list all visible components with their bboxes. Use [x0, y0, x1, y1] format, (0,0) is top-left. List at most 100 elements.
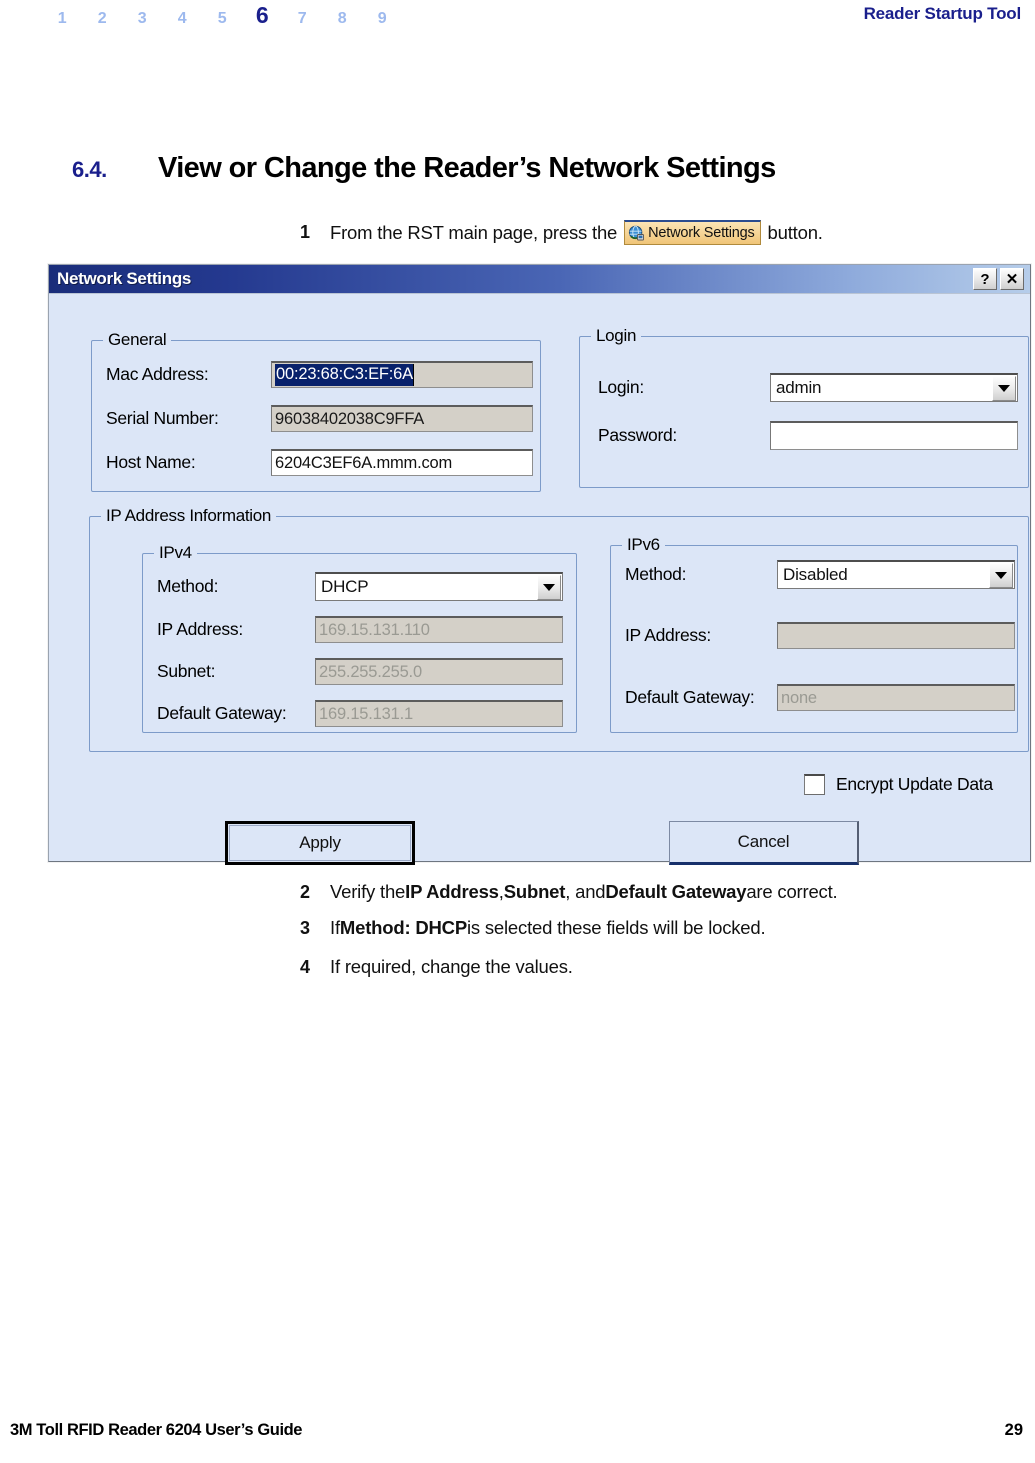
encrypt-update-data-row[interactable]: Encrypt Update Data: [804, 774, 993, 795]
cancel-button[interactable]: Cancel: [669, 821, 859, 865]
login-label: Login:: [598, 377, 644, 397]
close-icon[interactable]: ✕: [1000, 268, 1024, 290]
step3-b1: Method: DHCP: [339, 917, 467, 938]
dialog-body: General Mac Address: 00:23:68:C3:EF:6A S…: [49, 294, 1030, 865]
step3-p1: If: [330, 917, 340, 938]
ipv4-method-value: DHCP: [321, 577, 369, 596]
password-label: Password:: [598, 425, 677, 445]
ipv6-method-row: Method: Disabled: [625, 560, 1015, 589]
network-settings-dialog: Network Settings ? ✕ General Mac Address…: [48, 264, 1031, 865]
dialog-titlebar[interactable]: Network Settings ? ✕: [49, 265, 1030, 294]
chapter-num-5: 5: [217, 10, 227, 27]
globe-network-icon: [628, 225, 645, 242]
ipv4-method-dropdown[interactable]: DHCP: [315, 572, 563, 601]
chapter-num-7: 7: [297, 10, 307, 27]
login-legend: Login: [591, 326, 642, 346]
footer-document-title: 3M Toll RFID Reader 6204 User’s Guide: [10, 1421, 303, 1439]
ipv6-method-label: Method:: [625, 564, 687, 584]
login-groupbox: Login Login: admin Password:: [579, 326, 1029, 488]
host-name-field[interactable]: 6204C3EF6A.mmm.com: [271, 449, 533, 476]
ipv4-subnet-field[interactable]: 255.255.255.0: [315, 658, 563, 685]
encrypt-update-data-checkbox[interactable]: [804, 774, 825, 795]
password-field[interactable]: [770, 421, 1018, 450]
step-number: 1: [300, 222, 310, 242]
page-title: View or Change the Reader’s Network Sett…: [158, 152, 776, 184]
chapter-num-4: 4: [177, 10, 187, 27]
password-row: Password:: [598, 421, 1018, 450]
serial-number-value: 96038402038C9FFA: [275, 409, 425, 428]
step-1: 1 From the RST main page, press the Netw…: [300, 220, 823, 245]
ipv4-subnet-row: Subnet: 255.255.255.0: [157, 658, 563, 685]
serial-number-row: Serial Number: 96038402038C9FFA: [106, 405, 533, 432]
general-legend: General: [103, 330, 172, 350]
ipv4-subnet-label: Subnet:: [157, 661, 216, 681]
chapter-num-9: 9: [377, 10, 387, 27]
login-dropdown[interactable]: admin: [770, 373, 1018, 402]
step-3: 3 If Method: DHCP is selected these fiel…: [300, 917, 766, 939]
chevron-down-icon[interactable]: [992, 375, 1016, 401]
chapter-num-1: 1: [57, 10, 67, 27]
step1-text-after: button.: [767, 221, 823, 243]
chapter-nav: 1 2 3 4 5 6 7 8 9: [42, 2, 402, 29]
titlebar-buttons: ? ✕: [973, 268, 1024, 290]
chevron-down-icon[interactable]: [989, 562, 1013, 588]
login-row: Login: admin: [598, 373, 1018, 402]
section-number: 6.4.: [72, 157, 107, 182]
step2-p4: are correct.: [746, 881, 838, 902]
mac-address-field[interactable]: 00:23:68:C3:EF:6A: [271, 361, 533, 388]
footer-page-number: 29: [1004, 1421, 1023, 1439]
step-text: From the RST main page, press the Networ…: [330, 220, 823, 245]
ipv6-gateway-field[interactable]: none: [777, 684, 1015, 711]
mac-address-value: 00:23:68:C3:EF:6A: [275, 364, 414, 386]
chapter-num-2: 2: [97, 10, 107, 27]
network-settings-button[interactable]: Network Settings: [624, 220, 761, 245]
ipv6-ip-field[interactable]: [777, 622, 1015, 649]
chevron-down-icon[interactable]: [537, 574, 561, 600]
step2-b2: Subnet: [503, 881, 566, 902]
ipv6-method-dropdown[interactable]: Disabled: [777, 560, 1015, 589]
ipv6-method-value: Disabled: [783, 565, 848, 584]
step-number: 3: [300, 917, 310, 938]
mac-address-row: Mac Address: 00:23:68:C3:EF:6A: [106, 361, 533, 388]
ipv4-ip-label: IP Address:: [157, 619, 243, 639]
serial-number-field[interactable]: 96038402038C9FFA: [271, 405, 533, 432]
ipv4-gateway-row: Default Gateway: 169.15.131.1: [157, 700, 563, 727]
serial-number-label: Serial Number:: [106, 408, 219, 428]
ipv4-groupbox: IPv4 Method: DHCP IP Address: 169.15.131…: [142, 543, 577, 733]
chapter-num-8: 8: [337, 10, 347, 27]
apply-button[interactable]: Apply: [225, 821, 415, 865]
ipv4-subnet-value: 255.255.255.0: [319, 662, 422, 681]
ipv4-ip-value: 169.15.131.110: [319, 620, 430, 639]
step1-text-before: From the RST main page, press the: [330, 221, 618, 243]
general-groupbox: General Mac Address: 00:23:68:C3:EF:6A S…: [91, 330, 541, 492]
step2-b3: Default Gateway: [605, 881, 747, 902]
ipv4-method-label: Method:: [157, 576, 219, 596]
ipv6-gateway-value: none: [781, 688, 817, 707]
ipv6-gateway-row: Default Gateway: none: [625, 684, 1015, 711]
host-name-value: 6204C3EF6A.mmm.com: [275, 453, 453, 472]
ipv4-gateway-value: 169.15.131.1: [319, 704, 413, 723]
ipv4-ip-field[interactable]: 169.15.131.110: [315, 616, 563, 643]
ipv4-method-row: Method: DHCP: [157, 572, 563, 601]
encrypt-update-data-label: Encrypt Update Data: [836, 774, 993, 794]
ipv6-groupbox: IPv6 Method: Disabled IP Address: Defaul: [610, 535, 1018, 733]
ipv6-ip-label: IP Address:: [625, 625, 711, 645]
dialog-title: Network Settings: [57, 269, 192, 288]
step-text: If Method: DHCP is selected these fields…: [330, 917, 766, 939]
step2-p3: , and: [565, 881, 606, 902]
header-title: Reader Startup Tool: [863, 4, 1022, 23]
ipv4-ip-row: IP Address: 169.15.131.110: [157, 616, 563, 643]
ipv4-legend: IPv4: [154, 543, 197, 563]
help-icon[interactable]: ?: [973, 268, 997, 290]
cancel-button-label: Cancel: [737, 832, 790, 851]
ipv6-legend: IPv6: [622, 535, 665, 555]
login-selected-value: admin: [776, 378, 822, 397]
network-settings-button-label: Network Settings: [648, 225, 755, 241]
step-text: If required, change the values.: [330, 956, 573, 978]
ipv6-ip-row: IP Address:: [625, 622, 1015, 649]
host-name-row: Host Name: 6204C3EF6A.mmm.com: [106, 449, 533, 476]
ip-info-legend: IP Address Information: [101, 506, 277, 526]
apply-button-label: Apply: [299, 833, 341, 852]
page-footer: 3M Toll RFID Reader 6204 User’s Guide 29: [0, 1421, 1035, 1445]
ipv4-gateway-field[interactable]: 169.15.131.1: [315, 700, 563, 727]
